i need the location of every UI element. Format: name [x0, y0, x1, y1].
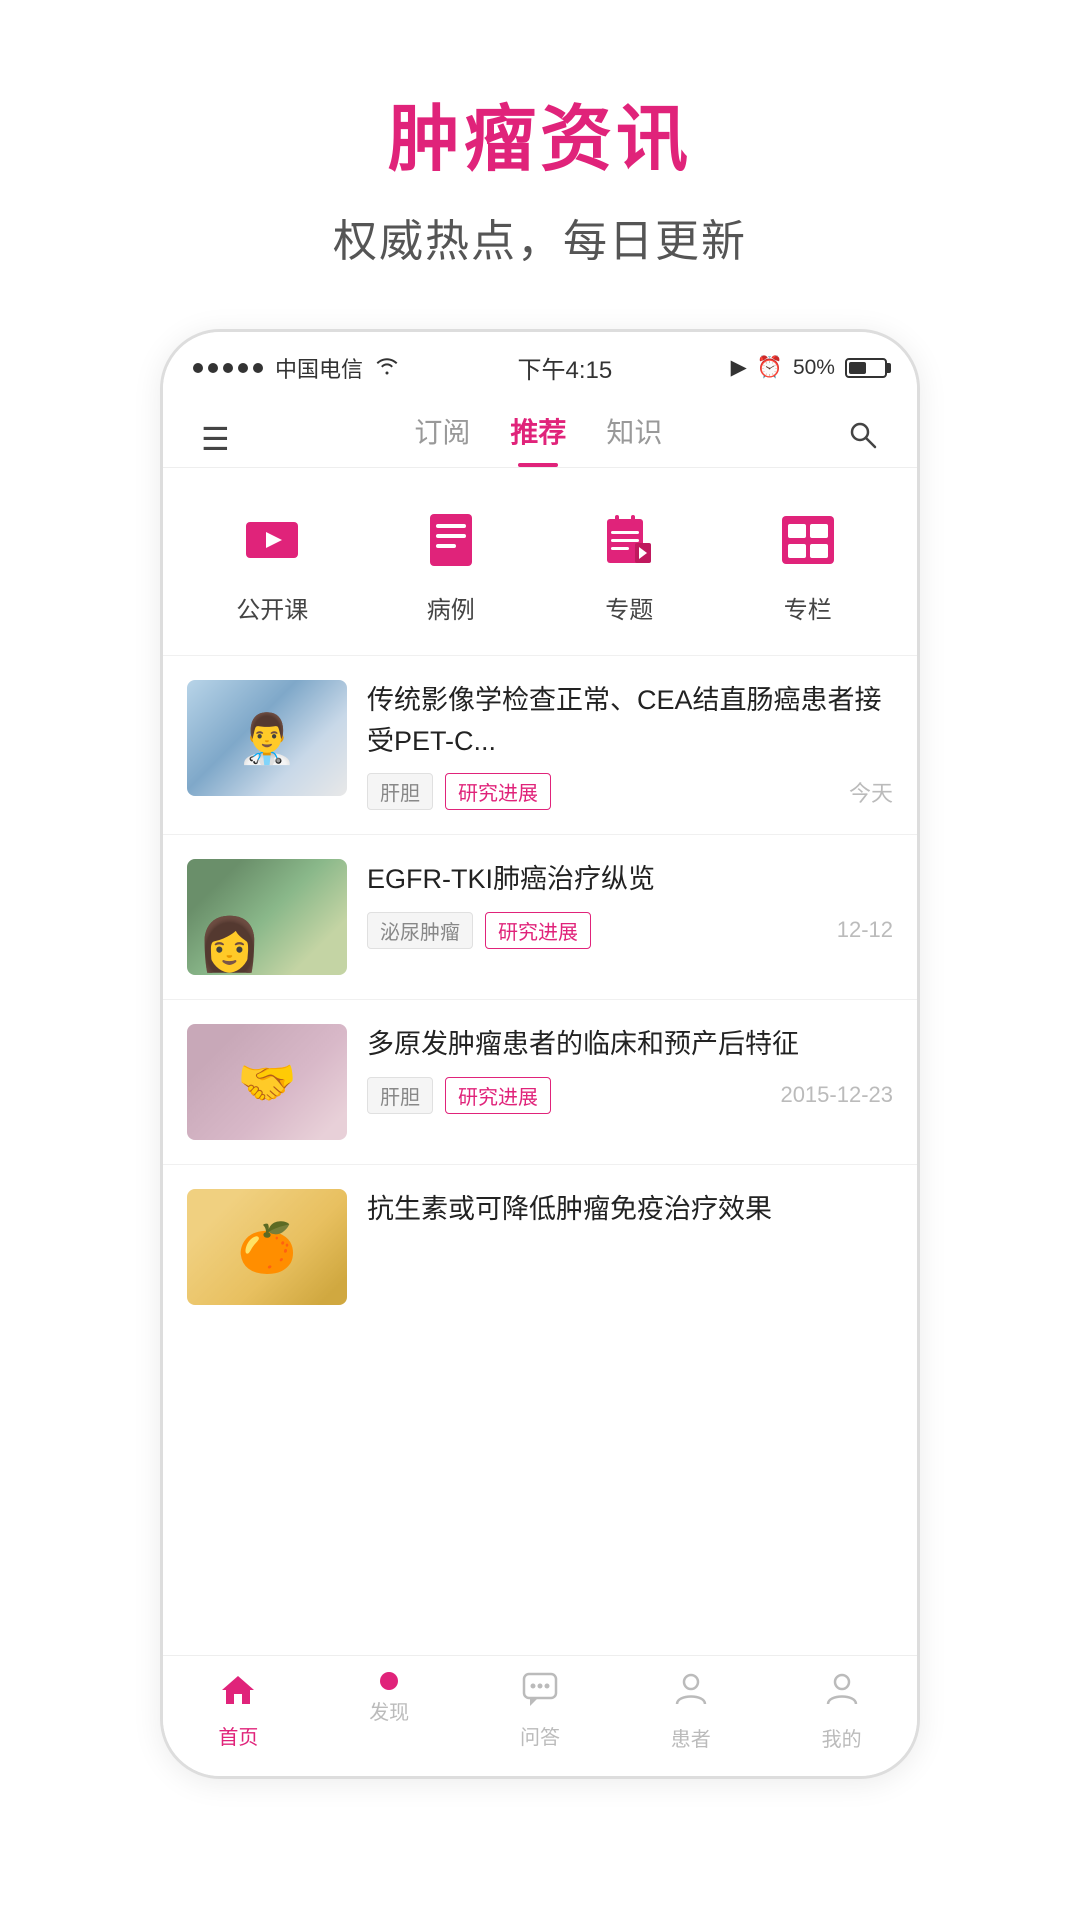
news-item[interactable]: 传统影像学检查正常、CEA结直肠癌患者接受PET-C... 肝胆 研究进展 今天 [163, 655, 917, 834]
categories: 公开课 病例 [163, 468, 917, 655]
news-item[interactable]: 多原发肿瘤患者的临床和预产后特征 肝胆 研究进展 2015-12-23 [163, 999, 917, 1164]
news-thumb-4 [187, 1189, 347, 1305]
battery-icon [845, 358, 887, 378]
news-title-2: EGFR-TKI肺癌治疗纵览 [367, 859, 893, 900]
tag-gray-3: 肝胆 [367, 1077, 433, 1114]
tab-subscribe[interactable]: 订阅 [414, 411, 470, 467]
news-thumb-3 [187, 1024, 347, 1140]
bottom-nav-patient[interactable]: 患者 [671, 1672, 711, 1752]
category-column[interactable]: 专栏 [772, 504, 844, 625]
news-date-2: 12-12 [837, 917, 893, 943]
news-item[interactable]: EGFR-TKI肺癌治疗纵览 泌尿肿瘤 研究进展 12-12 [163, 834, 917, 999]
news-meta-3: 肝胆 研究进展 2015-12-23 [367, 1077, 893, 1114]
home-icon [220, 1672, 256, 1715]
column-icon [772, 504, 844, 576]
category-label-column: 专栏 [784, 590, 832, 625]
news-thumb-2 [187, 859, 347, 975]
news-title-4: 抗生素或可降低肿瘤免疫治疗效果 [367, 1189, 893, 1230]
page-header: 肿瘤资讯 权威热点，每日更新 [333, 0, 747, 309]
category-label-public-course: 公开课 [236, 590, 308, 625]
tag-pink-2: 研究进展 [485, 912, 591, 949]
bottom-nav-label-home: 首页 [218, 1721, 258, 1750]
tab-knowledge[interactable]: 知识 [606, 411, 662, 467]
menu-icon[interactable]: ☰ [193, 412, 238, 466]
nav-tabs: 订阅 推荐 知识 [414, 411, 662, 467]
news-content-4: 抗生素或可降低肿瘤免疫治疗效果 [367, 1189, 893, 1230]
category-topic[interactable]: 专题 [593, 504, 665, 625]
bottom-nav-home[interactable]: 首页 [218, 1672, 258, 1752]
bottom-nav-mine[interactable]: 我的 [822, 1672, 862, 1752]
news-title-1: 传统影像学检查正常、CEA结直肠癌患者接受PET-C... [367, 680, 893, 761]
alarm-icon: ⏰ [757, 356, 783, 380]
bottom-nav-label-mine: 我的 [822, 1723, 862, 1752]
discover-icon [380, 1672, 398, 1690]
mine-icon [824, 1672, 860, 1717]
category-case[interactable]: 病例 [415, 504, 487, 625]
tag-gray-2: 泌尿肿瘤 [367, 912, 473, 949]
category-public-course[interactable]: 公开课 [236, 504, 308, 625]
status-left: 中国电信 [193, 352, 399, 384]
news-meta-2: 泌尿肿瘤 研究进展 12-12 [367, 912, 893, 949]
bottom-nav: 首页 发现 问答 [163, 1655, 917, 1776]
bottom-nav-label-discover: 发现 [369, 1696, 409, 1725]
bottom-nav-discover[interactable]: 发现 [369, 1672, 409, 1752]
wifi-icon [375, 355, 399, 381]
bottom-nav-label-qa: 问答 [520, 1721, 560, 1750]
phone-frame: 中国电信 下午4:15 ▶ ⏰ 50% ☰ 订阅 推荐 知识 [160, 329, 920, 1779]
news-meta-1: 肝胆 研究进展 今天 [367, 773, 893, 810]
search-icon[interactable] [839, 411, 887, 467]
page-title: 肿瘤资讯 [333, 80, 747, 185]
news-date-1: 今天 [849, 776, 893, 808]
news-list: 传统影像学检查正常、CEA结直肠癌患者接受PET-C... 肝胆 研究进展 今天… [163, 655, 917, 1655]
tag-pink-1: 研究进展 [445, 773, 551, 810]
topic-icon [593, 504, 665, 576]
battery-percent: 50% [793, 356, 835, 380]
location-icon: ▶ [731, 355, 747, 380]
signal-dots [193, 363, 263, 373]
carrier: 中国电信 [275, 352, 363, 384]
status-bar: 中国电信 下午4:15 ▶ ⏰ 50% [163, 332, 917, 395]
news-content-1: 传统影像学检查正常、CEA结直肠癌患者接受PET-C... 肝胆 研究进展 今天 [367, 680, 893, 810]
news-title-3: 多原发肿瘤患者的临床和预产后特征 [367, 1024, 893, 1065]
news-item[interactable]: 抗生素或可降低肿瘤免疫治疗效果 [163, 1164, 917, 1329]
category-label-topic: 专题 [605, 590, 653, 625]
tag-pink-3: 研究进展 [445, 1077, 551, 1114]
status-right: ▶ ⏰ 50% [731, 355, 887, 380]
news-date-3: 2015-12-23 [780, 1082, 893, 1108]
bottom-nav-qa[interactable]: 问答 [520, 1672, 560, 1752]
bottom-nav-label-patient: 患者 [671, 1723, 711, 1752]
status-time: 下午4:15 [517, 350, 612, 385]
qa-icon [522, 1672, 558, 1715]
nav-bar: ☰ 订阅 推荐 知识 [163, 395, 917, 468]
news-thumb-1 [187, 680, 347, 796]
tag-gray-1: 肝胆 [367, 773, 433, 810]
patient-icon [673, 1672, 709, 1717]
public-course-icon [236, 504, 308, 576]
tab-recommend[interactable]: 推荐 [510, 411, 566, 467]
page-subtitle: 权威热点，每日更新 [333, 205, 747, 269]
news-content-2: EGFR-TKI肺癌治疗纵览 泌尿肿瘤 研究进展 12-12 [367, 859, 893, 949]
category-label-case: 病例 [427, 590, 475, 625]
news-content-3: 多原发肿瘤患者的临床和预产后特征 肝胆 研究进展 2015-12-23 [367, 1024, 893, 1114]
case-icon [415, 504, 487, 576]
